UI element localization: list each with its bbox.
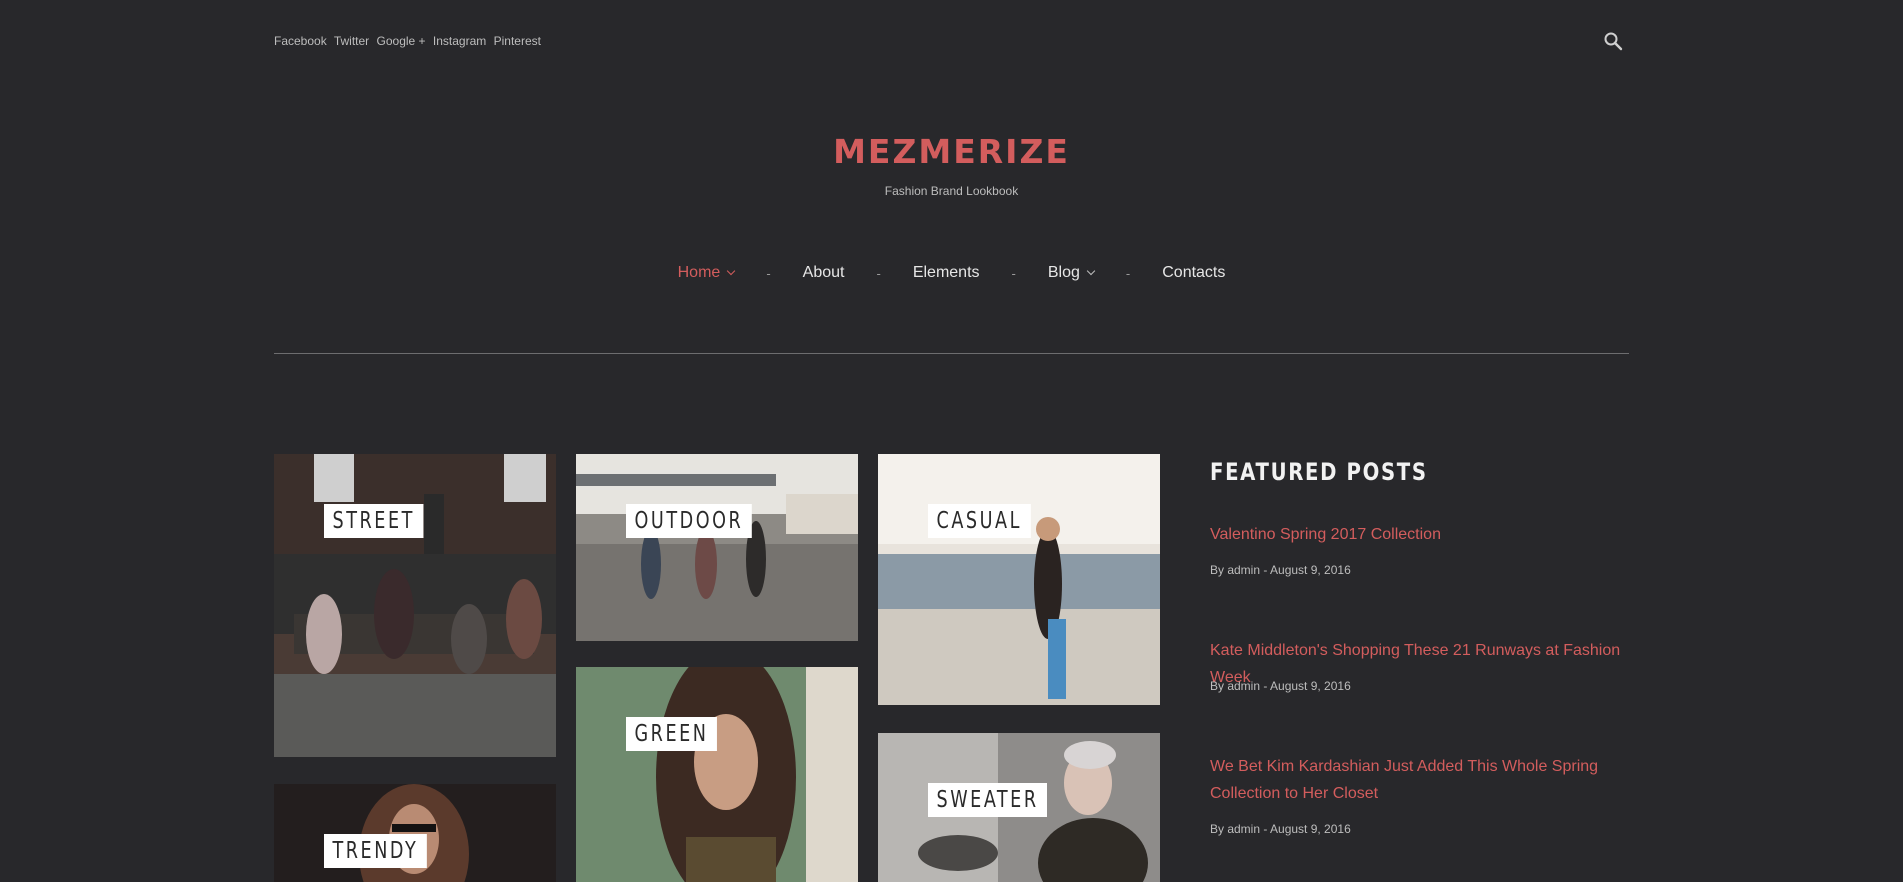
- nav-item-label: Home: [677, 264, 721, 281]
- nav-item-label: Blog: [1047, 264, 1080, 281]
- category-tile-outdoor[interactable]: OUTDOOR: [576, 454, 858, 641]
- category-label: CASUAL: [928, 504, 1031, 538]
- street-photo: [274, 454, 556, 757]
- featured-post-link[interactable]: We Bet Kim Kardashian Just Added This Wh…: [1210, 753, 1640, 807]
- nav-separator: -: [1011, 265, 1016, 281]
- social-link-instagram[interactable]: Instagram: [433, 34, 486, 48]
- category-label: SWEATER: [928, 783, 1048, 817]
- social-link-facebook[interactable]: Facebook: [274, 34, 327, 48]
- category-label: OUTDOOR: [626, 504, 752, 538]
- category-label: GREEN: [626, 717, 717, 751]
- featured-post-meta: By admin - August 9, 2016: [1210, 679, 1351, 693]
- category-label: TRENDY: [324, 834, 427, 868]
- outdoor-photo: [576, 454, 858, 641]
- nav-item-label: Contacts: [1162, 264, 1226, 281]
- nav-item-blog[interactable]: Blog: [1047, 264, 1096, 282]
- featured-post-link[interactable]: Valentino Spring 2017 Collection: [1210, 521, 1640, 548]
- chevron-down-icon: [727, 266, 736, 276]
- site-tagline: Fashion Brand Lookbook: [884, 184, 1019, 198]
- category-tile-street[interactable]: STREET: [274, 454, 556, 757]
- header-divider: [274, 353, 1629, 354]
- nav-item-label: Elements: [912, 264, 980, 281]
- search-icon[interactable]: [1603, 31, 1623, 51]
- featured-post-meta: By admin - August 9, 2016: [1210, 822, 1351, 836]
- nav-item-home[interactable]: Home: [677, 264, 736, 282]
- social-link-twitter[interactable]: Twitter: [334, 34, 369, 48]
- nav-separator: -: [876, 265, 881, 281]
- social-link-google-plus[interactable]: Google +: [377, 34, 426, 48]
- social-links: Facebook Twitter Google + Instagram Pint…: [274, 34, 545, 48]
- nav-separator: -: [1125, 265, 1131, 281]
- social-link-pinterest[interactable]: Pinterest: [494, 34, 541, 48]
- site-logo[interactable]: MEZMERIZE: [0, 132, 1903, 171]
- featured-posts-title: FEATURED POSTS: [1210, 458, 1428, 486]
- nav-item-label: About: [802, 264, 845, 281]
- category-tile-casual[interactable]: CASUAL: [878, 454, 1160, 705]
- category-label: STREET: [324, 504, 424, 538]
- category-tile-trendy[interactable]: TRENDY: [274, 784, 556, 882]
- category-tile-green[interactable]: GREEN: [576, 667, 858, 882]
- nav-item-about[interactable]: About: [803, 264, 845, 282]
- main-nav: Home - About - Elements - Blog - Contact…: [0, 264, 1903, 282]
- nav-separator: -: [766, 265, 771, 281]
- nav-item-contacts[interactable]: Contacts: [1162, 264, 1225, 282]
- category-tile-sweater[interactable]: SWEATER: [878, 733, 1160, 882]
- green-photo: [576, 667, 858, 882]
- casual-photo: [878, 454, 1160, 705]
- nav-item-elements[interactable]: Elements: [913, 264, 980, 282]
- featured-post-meta: By admin - August 9, 2016: [1210, 563, 1351, 577]
- chevron-down-icon: [1086, 266, 1096, 276]
